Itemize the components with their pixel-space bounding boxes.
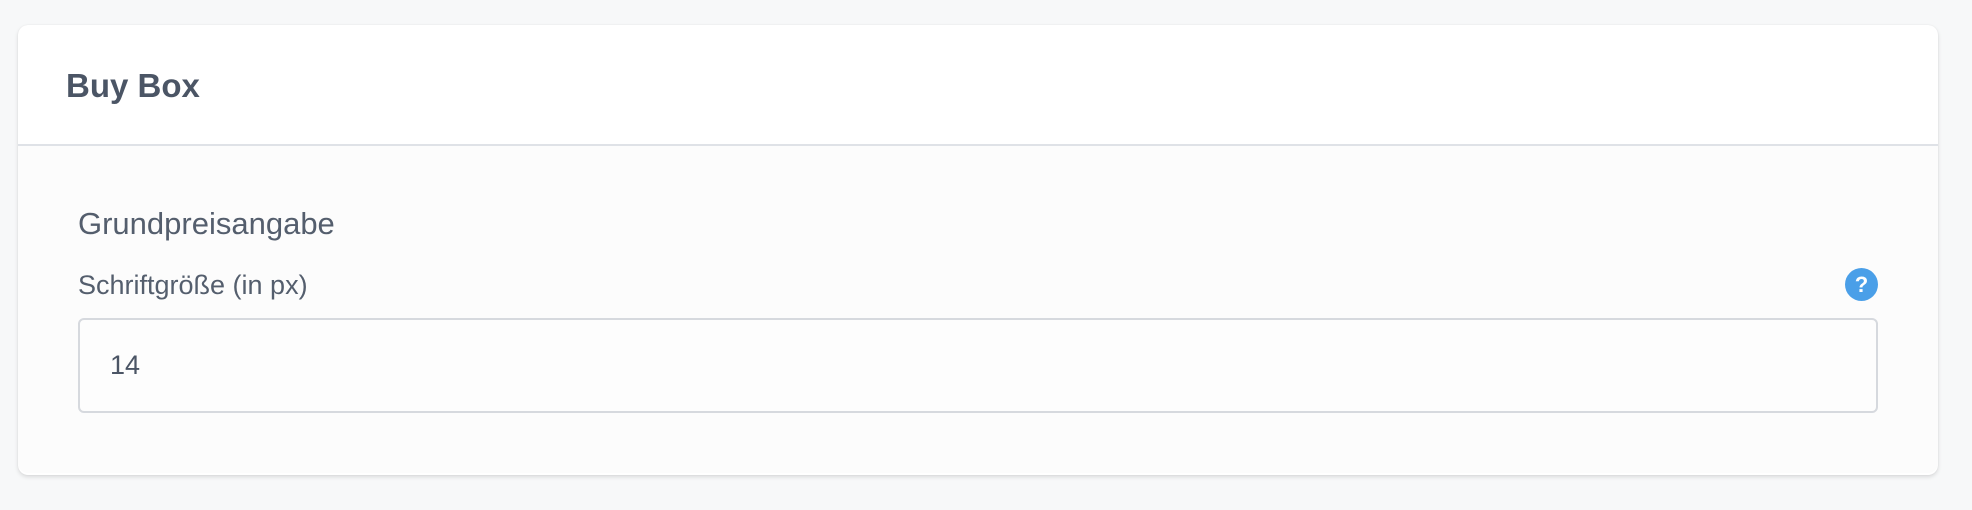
card-header: Buy Box <box>18 25 1938 146</box>
font-size-label: Schriftgröße (in px) <box>78 270 308 300</box>
section-title: Grundpreisangabe <box>78 206 335 241</box>
font-size-input[interactable] <box>78 318 1878 413</box>
card-body: Grundpreisangabe Schriftgröße (in px) ? <box>18 146 1938 473</box>
buy-box-card: Buy Box Grundpreisangabe Schriftgröße (i… <box>18 25 1938 475</box>
help-icon[interactable]: ? <box>1845 268 1878 301</box>
card-title: Buy Box <box>66 66 200 104</box>
